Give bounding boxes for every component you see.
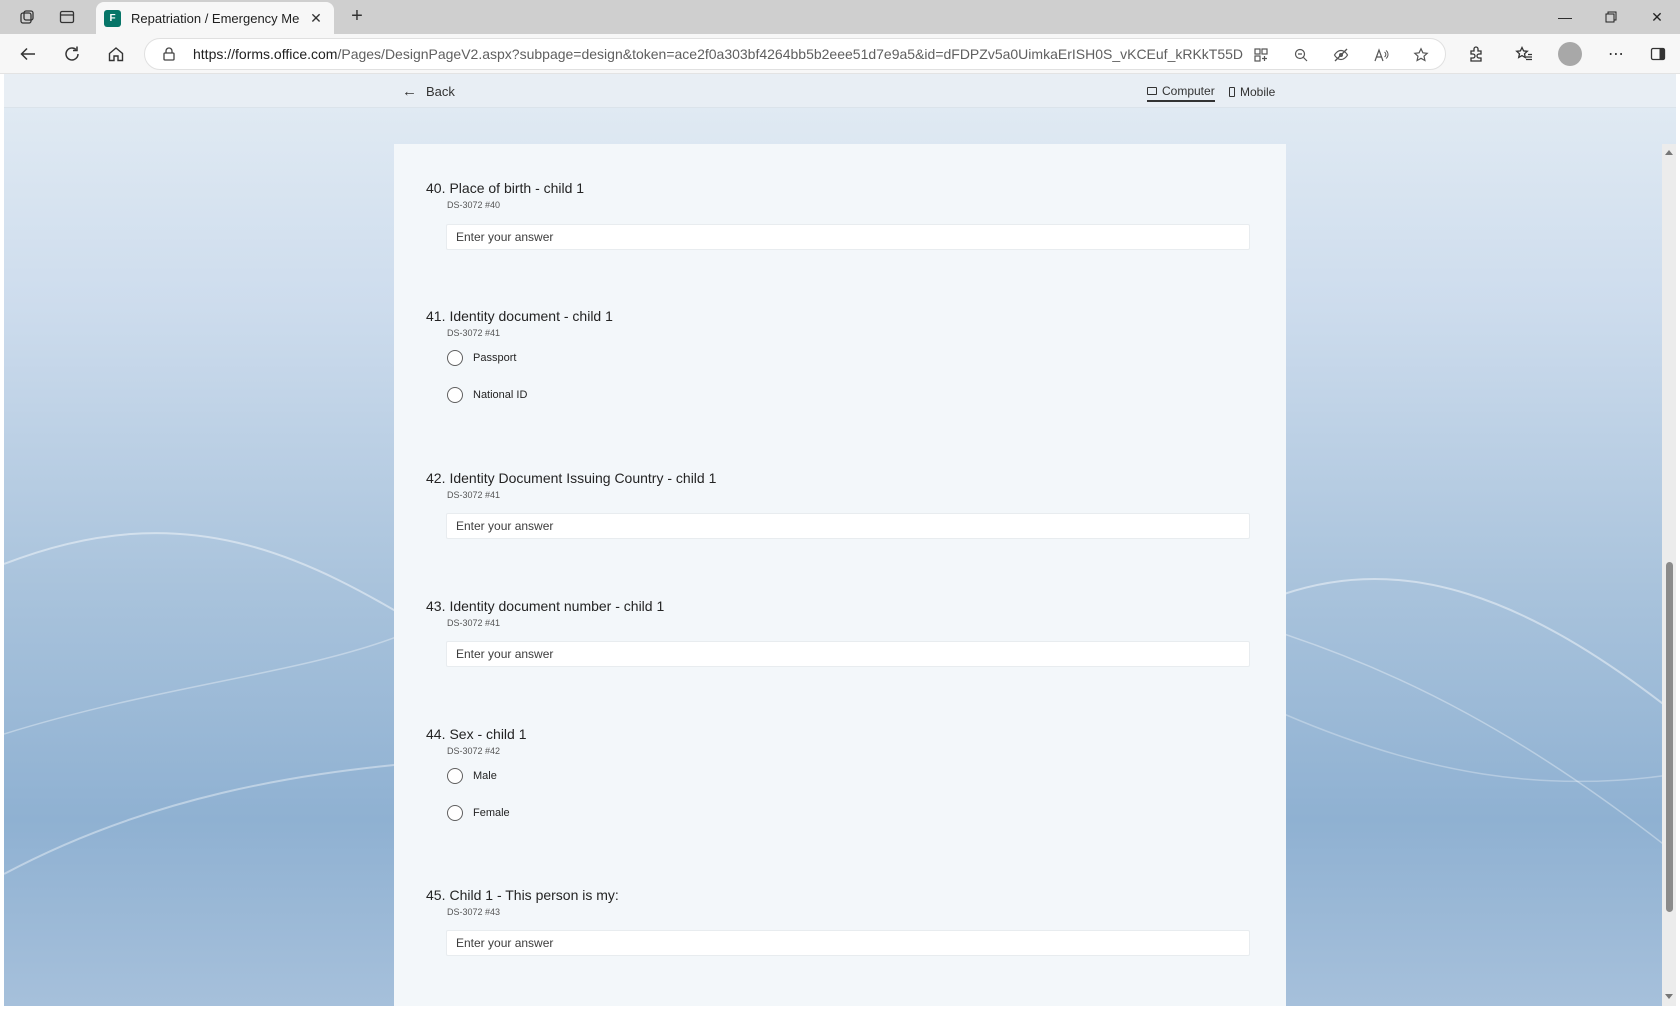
question-subtitle: DS-3072 #41 (447, 328, 501, 338)
question-subtitle: DS-3072 #42 (447, 746, 501, 756)
question-40: 40. Place of birth - child 1 DS-3072 #40 … (426, 180, 1250, 250)
workspaces-icon[interactable] (16, 6, 38, 28)
question-title: 45. Child 1 - This person is my: (426, 887, 619, 903)
answer-input[interactable]: Enter your answer (446, 930, 1250, 956)
answer-input[interactable]: Enter your answer (446, 641, 1250, 667)
mobile-icon (1229, 87, 1235, 97)
radio-option-passport[interactable]: Passport (447, 350, 516, 366)
radio-button[interactable] (447, 805, 463, 821)
form-card: 40. Place of birth - child 1 DS-3072 #40 … (394, 144, 1286, 1006)
question-subtitle: DS-3072 #43 (447, 907, 501, 917)
question-41: 41. Identity document - child 1 DS-3072 #… (426, 308, 613, 403)
question-title: 44. Sex - child 1 (426, 726, 527, 742)
tab-title: Repatriation / Emergency Medical (131, 10, 300, 26)
browser-navigation-bar: https://forms.office.com/Pages/DesignPag… (0, 34, 1680, 74)
url-path: /Pages/DesignPageV2.aspx?subpage=design&… (337, 46, 1243, 62)
tracking-prevention-icon[interactable] (1331, 45, 1351, 65)
new-tab-icon[interactable]: + (346, 6, 368, 28)
question-title: 40. Place of birth - child 1 (426, 180, 585, 196)
vertical-scrollbar[interactable] (1662, 144, 1676, 1006)
question-title: 43. Identity document number - child 1 (426, 598, 665, 614)
question-43: 43. Identity document number - child 1 DS… (426, 598, 1250, 667)
question-42: 42. Identity Document Issuing Country - c… (426, 470, 1250, 539)
scroll-up-arrow-icon[interactable] (1665, 150, 1673, 155)
mobile-view-toggle[interactable]: Mobile (1229, 82, 1275, 102)
question-title: 42. Identity Document Issuing Country - c… (426, 470, 717, 486)
sidebar-toggle-icon[interactable] (1646, 42, 1670, 66)
restore-icon[interactable] (1588, 0, 1634, 34)
radio-option-male[interactable]: Male (447, 768, 497, 784)
computer-label: Computer (1162, 84, 1215, 98)
radio-button[interactable] (447, 387, 463, 403)
scrollbar-thumb[interactable] (1666, 562, 1673, 912)
close-window-icon[interactable]: ✕ (1634, 0, 1680, 34)
home-icon[interactable] (104, 42, 128, 66)
question-subtitle: DS-3072 #41 (447, 618, 501, 628)
preview-toolbar: ← Back Computer Mobile (4, 74, 1676, 108)
answer-input[interactable]: Enter your answer (446, 513, 1250, 539)
radio-option-female[interactable]: Female (447, 805, 510, 821)
active-tab[interactable]: F Repatriation / Emergency Medical ✕ (96, 2, 334, 34)
back-button[interactable]: ← Back (402, 83, 455, 100)
app-available-icon[interactable] (1251, 45, 1271, 65)
computer-icon (1147, 87, 1157, 95)
radio-button[interactable] (447, 350, 463, 366)
more-menu-icon[interactable]: ⋯ (1604, 42, 1628, 66)
page-viewport: ← Back Computer Mobile 40. Place of birth… (4, 74, 1676, 1006)
zoom-out-icon[interactable] (1291, 45, 1311, 65)
lock-icon[interactable] (161, 46, 177, 62)
computer-view-toggle[interactable]: Computer (1147, 82, 1215, 102)
url-host: https://forms.office.com (193, 46, 338, 62)
address-bar[interactable]: https://forms.office.com/Pages/DesignPag… (144, 38, 1446, 70)
back-arrow-icon: ← (402, 83, 417, 100)
tab-close-icon[interactable]: ✕ (306, 10, 326, 27)
favorite-star-icon[interactable] (1411, 45, 1431, 65)
profile-avatar[interactable] (1558, 42, 1582, 66)
radio-option-national-id[interactable]: National ID (447, 387, 527, 403)
question-subtitle: DS-3072 #41 (447, 490, 501, 500)
answer-input[interactable]: Enter your answer (446, 224, 1250, 250)
browser-tab-bar: F Repatriation / Emergency Medical ✕ + —… (0, 0, 1680, 34)
vertical-tabs-icon[interactable] (56, 6, 78, 28)
mobile-label: Mobile (1240, 85, 1276, 99)
url-text[interactable]: https://forms.office.com/Pages/DesignPag… (193, 46, 1243, 62)
scroll-down-arrow-icon[interactable] (1665, 994, 1673, 999)
read-aloud-icon[interactable] (1371, 45, 1391, 65)
question-44: 44. Sex - child 1 DS-3072 #42 Male Female (426, 726, 527, 821)
refresh-icon[interactable] (60, 42, 84, 66)
minimize-icon[interactable]: — (1542, 0, 1588, 34)
question-title: 41. Identity document - child 1 (426, 308, 613, 324)
forms-favicon-icon: F (104, 9, 121, 27)
favorites-icon[interactable] (1512, 42, 1536, 66)
extensions-icon[interactable] (1464, 42, 1488, 66)
question-subtitle: DS-3072 #40 (447, 200, 501, 210)
radio-button[interactable] (447, 768, 463, 784)
back-label: Back (426, 84, 455, 99)
question-45: 45. Child 1 - This person is my: DS-3072 … (426, 887, 1250, 956)
back-arrow-icon[interactable] (16, 42, 40, 66)
